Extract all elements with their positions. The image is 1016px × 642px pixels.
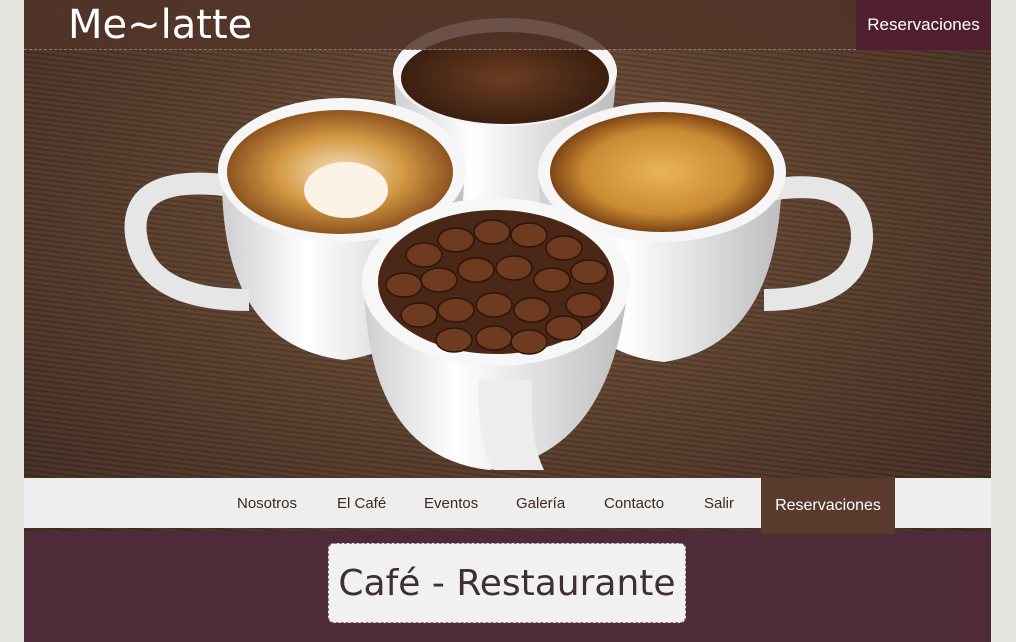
nav-item-contacto[interactable]: Contacto bbox=[604, 478, 664, 528]
nav-item-galeria[interactable]: Galería bbox=[516, 478, 565, 528]
hero-banner: Me~latte Reservaciones bbox=[24, 0, 991, 531]
site-logo[interactable]: Me~latte bbox=[68, 2, 252, 48]
nav-item-eventos[interactable]: Eventos bbox=[424, 478, 478, 528]
page-title: Café - Restaurante bbox=[328, 543, 686, 623]
nav-item-nosotros[interactable]: Nosotros bbox=[237, 478, 297, 528]
coffee-cups-image bbox=[124, 18, 873, 470]
page-container: Me~latte Reservaciones Nosotros El Café … bbox=[24, 0, 991, 642]
reservations-top-button[interactable]: Reservaciones bbox=[856, 0, 991, 50]
nav-item-salir[interactable]: Salir bbox=[704, 478, 734, 528]
nav-item-el-cafe[interactable]: El Café bbox=[337, 478, 386, 528]
nav-reservations-button[interactable]: Reservaciones bbox=[761, 478, 895, 534]
